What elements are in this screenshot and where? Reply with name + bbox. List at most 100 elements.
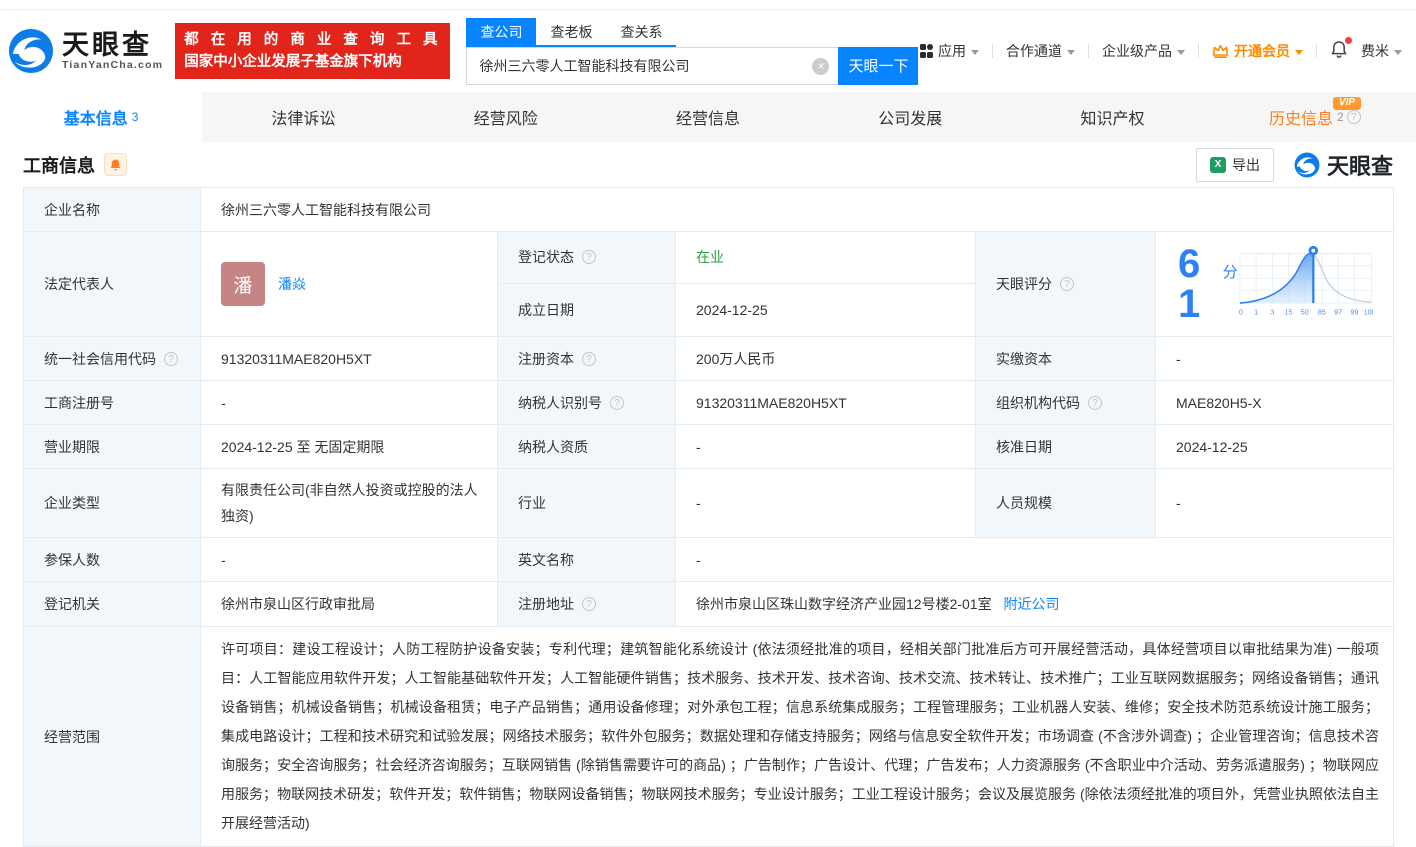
tab-basic-info[interactable]: 基本信息 3 <box>0 92 203 142</box>
establish-date-label: 成立日期 <box>497 282 676 338</box>
business-term-value: 2024-12-25 至 无固定期限 <box>200 424 498 469</box>
staff-size-label: 人员规模 <box>975 468 1156 538</box>
help-icon[interactable] <box>164 351 178 366</box>
vip-badge: VIP <box>1332 97 1361 110</box>
header-nav: 应用 合作通道 企业级产品 开通会员 费米 <box>919 37 1402 62</box>
score-number: 61 <box>1178 242 1201 326</box>
notification-dot <box>1345 37 1352 44</box>
help-icon[interactable] <box>582 351 596 366</box>
score-label: 天眼评分 <box>975 231 1156 337</box>
monitor-bell-button[interactable] <box>104 153 127 176</box>
org-code-value: MAE820H5-X <box>1155 380 1394 425</box>
tab-operating-info[interactable]: 经营信息 <box>607 92 809 142</box>
help-icon[interactable] <box>1060 277 1074 291</box>
score-value: 61 分 <box>1178 244 1238 324</box>
english-name-value: - <box>675 537 1394 582</box>
nav-partner[interactable]: 合作通道 <box>1006 41 1075 61</box>
search-input[interactable] <box>467 47 839 84</box>
excel-icon <box>1209 156 1226 173</box>
insured-count-label: 参保人数 <box>23 537 201 582</box>
bell-icon <box>110 159 121 171</box>
company-name-label: 企业名称 <box>23 187 201 232</box>
nav-user[interactable]: 费米 <box>1361 41 1402 61</box>
help-icon[interactable] <box>582 250 596 265</box>
search-tab-company[interactable]: 查公司 <box>466 17 537 45</box>
nav-apps[interactable]: 应用 <box>919 41 979 61</box>
search-tab-relation[interactable]: 查关系 <box>606 18 676 45</box>
paid-capital-label: 实缴资本 <box>975 336 1156 381</box>
table-row: 营业期限 2024-12-25 至 无固定期限 纳税人资质 - 核准日期 202… <box>23 424 1394 469</box>
tab-count: 2 <box>1336 110 1344 124</box>
slogan-line2: 国家中小企业发展子基金旗下机构 <box>184 54 402 70</box>
reg-address-value: 徐州市泉山区珠山数字经济产业园12号楼2-01室 附近公司 <box>675 581 1394 627</box>
reg-capital-value: 200万人民币 <box>675 336 976 381</box>
tianyancha-logo[interactable]: 天眼查 TianYanCha.com <box>8 28 163 74</box>
help-icon[interactable] <box>1346 110 1361 124</box>
grid-icon <box>919 44 933 58</box>
svg-text:50: 50 <box>1300 309 1308 317</box>
header: 天眼查 TianYanCha.com 都 在 用 的 商 业 查 询 工 具 国… <box>0 10 1416 92</box>
clear-icon[interactable] <box>812 57 830 75</box>
avatar[interactable]: 潘 <box>221 262 265 306</box>
industry-label: 行业 <box>497 468 676 538</box>
tab-legal-litigation[interactable]: 法律诉讼 <box>202 92 404 142</box>
tab-label: 公司发展 <box>878 111 943 128</box>
approval-date-label: 核准日期 <box>975 424 1156 469</box>
table-row: 法定代表人 潘 潘焱 登记状态 在业 天眼评分 61 分 <box>23 231 1394 337</box>
tab-operating-risk[interactable]: 经营风险 <box>405 92 607 142</box>
section-title: 工商信息 <box>23 155 95 176</box>
tab-history-info[interactable]: VIP 历史信息 2 <box>1214 92 1416 142</box>
business-scope-label: 经营范围 <box>23 626 201 847</box>
brand-domain: TianYanCha.com <box>62 59 164 72</box>
nav-divider <box>1198 44 1199 58</box>
chevron-down-icon <box>971 49 979 55</box>
search-button[interactable]: 天眼一下 <box>838 46 919 85</box>
reg-authority-label: 登记机关 <box>23 581 201 627</box>
company-type-value: 有限责任公司(非自然人投资或控股的法人独资) <box>200 468 498 538</box>
tab-label: 基本信息 <box>63 111 128 128</box>
chevron-down-icon <box>1177 49 1185 55</box>
legal-rep-link[interactable]: 潘焱 <box>278 274 306 294</box>
score-value-cell: 61 分 0 1 3 15 50 85 97 99 10 <box>1155 231 1394 337</box>
svg-text:100: 100 <box>1363 309 1373 317</box>
nav-open-membership[interactable]: 开通会员 <box>1212 41 1303 61</box>
svg-text:3: 3 <box>1270 309 1274 317</box>
tab-label: 历史信息 <box>1268 111 1333 128</box>
slogan-line1: 都 在 用 的 商 业 查 询 工 具 <box>184 31 442 48</box>
help-icon[interactable] <box>1088 395 1102 410</box>
search-tab-boss[interactable]: 查老板 <box>536 18 606 45</box>
nav-divider <box>1088 44 1089 58</box>
tab-label: 经营风险 <box>473 111 538 128</box>
nav-enterprise-label: 企业级产品 <box>1102 43 1172 59</box>
help-icon[interactable] <box>582 597 596 611</box>
score-unit: 分 <box>1222 264 1238 281</box>
reg-number-value: - <box>200 380 498 425</box>
svg-text:0: 0 <box>1238 309 1242 317</box>
watermark-text: 天眼查 <box>1326 153 1393 179</box>
taxpayer-quality-label: 纳税人资质 <box>497 424 676 469</box>
username: 费米 <box>1361 43 1389 59</box>
tab-company-development[interactable]: 公司发展 <box>809 92 1011 142</box>
nearby-companies-link[interactable]: 附近公司 <box>1003 596 1059 612</box>
status-badge[interactable]: 在业 <box>696 249 724 265</box>
chevron-down-icon <box>1394 49 1402 55</box>
help-icon[interactable] <box>610 395 624 410</box>
credit-code-label: 统一社会信用代码 <box>23 336 201 381</box>
table-row: 工商注册号 - 纳税人识别号 91320311MAE820H5XT 组织机构代码… <box>23 380 1394 425</box>
staff-size-value: - <box>1155 468 1394 538</box>
brand-name: 天眼查 <box>62 29 152 60</box>
nav-enterprise[interactable]: 企业级产品 <box>1102 41 1185 61</box>
section-header: 工商信息 导出 天眼查 <box>0 142 1416 187</box>
paid-capital-value: - <box>1155 336 1394 381</box>
reg-status-value: 在业 <box>675 231 976 284</box>
export-label: 导出 <box>1231 156 1260 173</box>
crown-icon <box>1212 44 1229 58</box>
tab-intellectual-property[interactable]: 知识产权 <box>1011 92 1213 142</box>
export-button[interactable]: 导出 <box>1195 147 1274 182</box>
svg-text:1: 1 <box>1254 309 1258 317</box>
notifications-button[interactable] <box>1330 37 1352 62</box>
nav-member-label: 开通会员 <box>1234 43 1290 59</box>
watermark-logo: 天眼查 <box>1294 149 1393 181</box>
legal-rep-value: 潘 潘焱 <box>200 231 498 337</box>
legal-rep-label: 法定代表人 <box>23 231 201 337</box>
